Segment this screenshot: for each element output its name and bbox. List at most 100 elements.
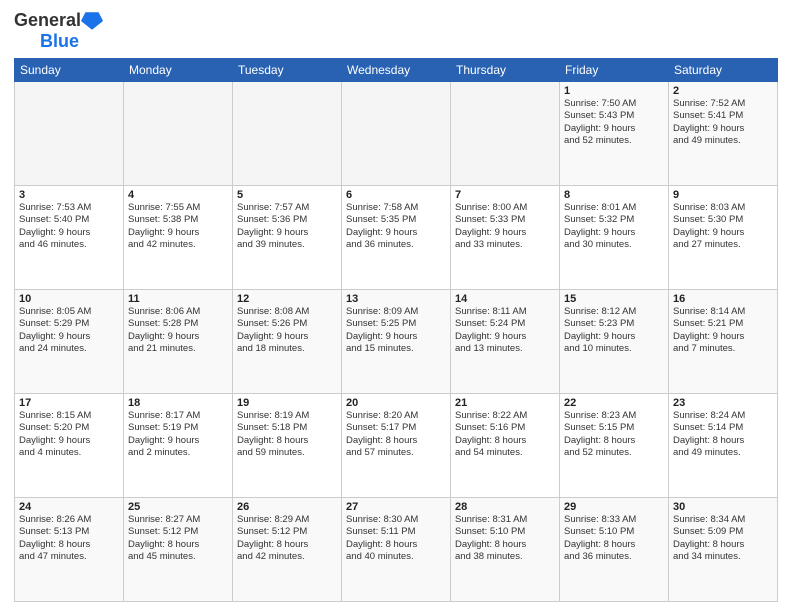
- day-info: Sunrise: 8:17 AM Sunset: 5:19 PM Dayligh…: [128, 410, 228, 459]
- day-number: 17: [19, 397, 119, 409]
- weekday-header-friday: Friday: [560, 59, 669, 82]
- header: GeneralBlue: [14, 10, 778, 52]
- logo-icon: [81, 12, 103, 30]
- weekday-header-row: SundayMondayTuesdayWednesdayThursdayFrid…: [15, 59, 778, 82]
- day-info: Sunrise: 8:12 AM Sunset: 5:23 PM Dayligh…: [564, 306, 664, 355]
- day-info: Sunrise: 8:11 AM Sunset: 5:24 PM Dayligh…: [455, 306, 555, 355]
- weekday-header-tuesday: Tuesday: [233, 59, 342, 82]
- day-number: 1: [564, 85, 664, 97]
- day-number: 12: [237, 293, 337, 305]
- cal-cell-2-4: 6Sunrise: 7:58 AM Sunset: 5:35 PM Daylig…: [342, 186, 451, 290]
- cal-cell-3-5: 14Sunrise: 8:11 AM Sunset: 5:24 PM Dayli…: [451, 290, 560, 394]
- day-info: Sunrise: 7:58 AM Sunset: 5:35 PM Dayligh…: [346, 202, 446, 251]
- day-number: 24: [19, 501, 119, 513]
- cal-cell-5-2: 25Sunrise: 8:27 AM Sunset: 5:12 PM Dayli…: [124, 498, 233, 602]
- day-info: Sunrise: 8:31 AM Sunset: 5:10 PM Dayligh…: [455, 514, 555, 563]
- weekday-header-saturday: Saturday: [669, 59, 778, 82]
- day-info: Sunrise: 7:52 AM Sunset: 5:41 PM Dayligh…: [673, 98, 773, 147]
- cal-week-1: 1Sunrise: 7:50 AM Sunset: 5:43 PM Daylig…: [15, 82, 778, 186]
- cal-cell-4-1: 17Sunrise: 8:15 AM Sunset: 5:20 PM Dayli…: [15, 394, 124, 498]
- day-number: 14: [455, 293, 555, 305]
- day-info: Sunrise: 7:57 AM Sunset: 5:36 PM Dayligh…: [237, 202, 337, 251]
- cal-cell-3-3: 12Sunrise: 8:08 AM Sunset: 5:26 PM Dayli…: [233, 290, 342, 394]
- day-info: Sunrise: 8:19 AM Sunset: 5:18 PM Dayligh…: [237, 410, 337, 459]
- day-info: Sunrise: 8:03 AM Sunset: 5:30 PM Dayligh…: [673, 202, 773, 251]
- day-number: 28: [455, 501, 555, 513]
- page: GeneralBlue SundayMondayTuesdayWednesday…: [0, 0, 792, 612]
- logo: GeneralBlue: [14, 10, 103, 52]
- day-info: Sunrise: 8:27 AM Sunset: 5:12 PM Dayligh…: [128, 514, 228, 563]
- weekday-header-thursday: Thursday: [451, 59, 560, 82]
- logo-blue-text: Blue: [40, 31, 79, 52]
- day-info: Sunrise: 8:01 AM Sunset: 5:32 PM Dayligh…: [564, 202, 664, 251]
- day-info: Sunrise: 8:29 AM Sunset: 5:12 PM Dayligh…: [237, 514, 337, 563]
- logo-general-text: General: [14, 10, 81, 31]
- day-number: 13: [346, 293, 446, 305]
- day-info: Sunrise: 7:50 AM Sunset: 5:43 PM Dayligh…: [564, 98, 664, 147]
- day-info: Sunrise: 8:00 AM Sunset: 5:33 PM Dayligh…: [455, 202, 555, 251]
- cal-cell-2-5: 7Sunrise: 8:00 AM Sunset: 5:33 PM Daylig…: [451, 186, 560, 290]
- cal-cell-2-1: 3Sunrise: 7:53 AM Sunset: 5:40 PM Daylig…: [15, 186, 124, 290]
- day-info: Sunrise: 8:05 AM Sunset: 5:29 PM Dayligh…: [19, 306, 119, 355]
- day-number: 9: [673, 189, 773, 201]
- day-info: Sunrise: 8:08 AM Sunset: 5:26 PM Dayligh…: [237, 306, 337, 355]
- day-number: 30: [673, 501, 773, 513]
- cal-cell-5-3: 26Sunrise: 8:29 AM Sunset: 5:12 PM Dayli…: [233, 498, 342, 602]
- day-number: 2: [673, 85, 773, 97]
- cal-cell-3-7: 16Sunrise: 8:14 AM Sunset: 5:21 PM Dayli…: [669, 290, 778, 394]
- cal-week-4: 17Sunrise: 8:15 AM Sunset: 5:20 PM Dayli…: [15, 394, 778, 498]
- day-info: Sunrise: 8:15 AM Sunset: 5:20 PM Dayligh…: [19, 410, 119, 459]
- cal-cell-4-5: 21Sunrise: 8:22 AM Sunset: 5:16 PM Dayli…: [451, 394, 560, 498]
- cal-cell-4-7: 23Sunrise: 8:24 AM Sunset: 5:14 PM Dayli…: [669, 394, 778, 498]
- cal-cell-4-2: 18Sunrise: 8:17 AM Sunset: 5:19 PM Dayli…: [124, 394, 233, 498]
- cal-cell-3-1: 10Sunrise: 8:05 AM Sunset: 5:29 PM Dayli…: [15, 290, 124, 394]
- cal-week-2: 3Sunrise: 7:53 AM Sunset: 5:40 PM Daylig…: [15, 186, 778, 290]
- day-info: Sunrise: 8:20 AM Sunset: 5:17 PM Dayligh…: [346, 410, 446, 459]
- day-number: 4: [128, 189, 228, 201]
- day-number: 19: [237, 397, 337, 409]
- day-number: 25: [128, 501, 228, 513]
- day-number: 26: [237, 501, 337, 513]
- day-number: 22: [564, 397, 664, 409]
- day-number: 29: [564, 501, 664, 513]
- cal-cell-1-5: [451, 82, 560, 186]
- cal-cell-3-6: 15Sunrise: 8:12 AM Sunset: 5:23 PM Dayli…: [560, 290, 669, 394]
- day-number: 8: [564, 189, 664, 201]
- cal-cell-5-5: 28Sunrise: 8:31 AM Sunset: 5:10 PM Dayli…: [451, 498, 560, 602]
- cal-week-5: 24Sunrise: 8:26 AM Sunset: 5:13 PM Dayli…: [15, 498, 778, 602]
- cal-cell-3-2: 11Sunrise: 8:06 AM Sunset: 5:28 PM Dayli…: [124, 290, 233, 394]
- cal-cell-1-6: 1Sunrise: 7:50 AM Sunset: 5:43 PM Daylig…: [560, 82, 669, 186]
- day-info: Sunrise: 8:09 AM Sunset: 5:25 PM Dayligh…: [346, 306, 446, 355]
- cal-cell-3-4: 13Sunrise: 8:09 AM Sunset: 5:25 PM Dayli…: [342, 290, 451, 394]
- cal-cell-1-3: [233, 82, 342, 186]
- day-number: 11: [128, 293, 228, 305]
- cal-week-3: 10Sunrise: 8:05 AM Sunset: 5:29 PM Dayli…: [15, 290, 778, 394]
- cal-cell-4-3: 19Sunrise: 8:19 AM Sunset: 5:18 PM Dayli…: [233, 394, 342, 498]
- day-number: 7: [455, 189, 555, 201]
- cal-cell-5-1: 24Sunrise: 8:26 AM Sunset: 5:13 PM Dayli…: [15, 498, 124, 602]
- day-info: Sunrise: 8:22 AM Sunset: 5:16 PM Dayligh…: [455, 410, 555, 459]
- cal-cell-2-7: 9Sunrise: 8:03 AM Sunset: 5:30 PM Daylig…: [669, 186, 778, 290]
- cal-cell-2-3: 5Sunrise: 7:57 AM Sunset: 5:36 PM Daylig…: [233, 186, 342, 290]
- weekday-header-sunday: Sunday: [15, 59, 124, 82]
- cal-cell-1-1: [15, 82, 124, 186]
- day-number: 23: [673, 397, 773, 409]
- cal-cell-4-4: 20Sunrise: 8:20 AM Sunset: 5:17 PM Dayli…: [342, 394, 451, 498]
- day-info: Sunrise: 8:33 AM Sunset: 5:10 PM Dayligh…: [564, 514, 664, 563]
- calendar: SundayMondayTuesdayWednesdayThursdayFrid…: [14, 58, 778, 602]
- day-number: 3: [19, 189, 119, 201]
- day-info: Sunrise: 8:30 AM Sunset: 5:11 PM Dayligh…: [346, 514, 446, 563]
- day-number: 18: [128, 397, 228, 409]
- day-info: Sunrise: 8:06 AM Sunset: 5:28 PM Dayligh…: [128, 306, 228, 355]
- cal-cell-1-2: [124, 82, 233, 186]
- cal-cell-1-4: [342, 82, 451, 186]
- day-number: 16: [673, 293, 773, 305]
- day-number: 5: [237, 189, 337, 201]
- day-info: Sunrise: 8:23 AM Sunset: 5:15 PM Dayligh…: [564, 410, 664, 459]
- day-number: 27: [346, 501, 446, 513]
- day-info: Sunrise: 8:24 AM Sunset: 5:14 PM Dayligh…: [673, 410, 773, 459]
- day-info: Sunrise: 7:55 AM Sunset: 5:38 PM Dayligh…: [128, 202, 228, 251]
- day-info: Sunrise: 8:26 AM Sunset: 5:13 PM Dayligh…: [19, 514, 119, 563]
- cal-cell-2-6: 8Sunrise: 8:01 AM Sunset: 5:32 PM Daylig…: [560, 186, 669, 290]
- cal-cell-4-6: 22Sunrise: 8:23 AM Sunset: 5:15 PM Dayli…: [560, 394, 669, 498]
